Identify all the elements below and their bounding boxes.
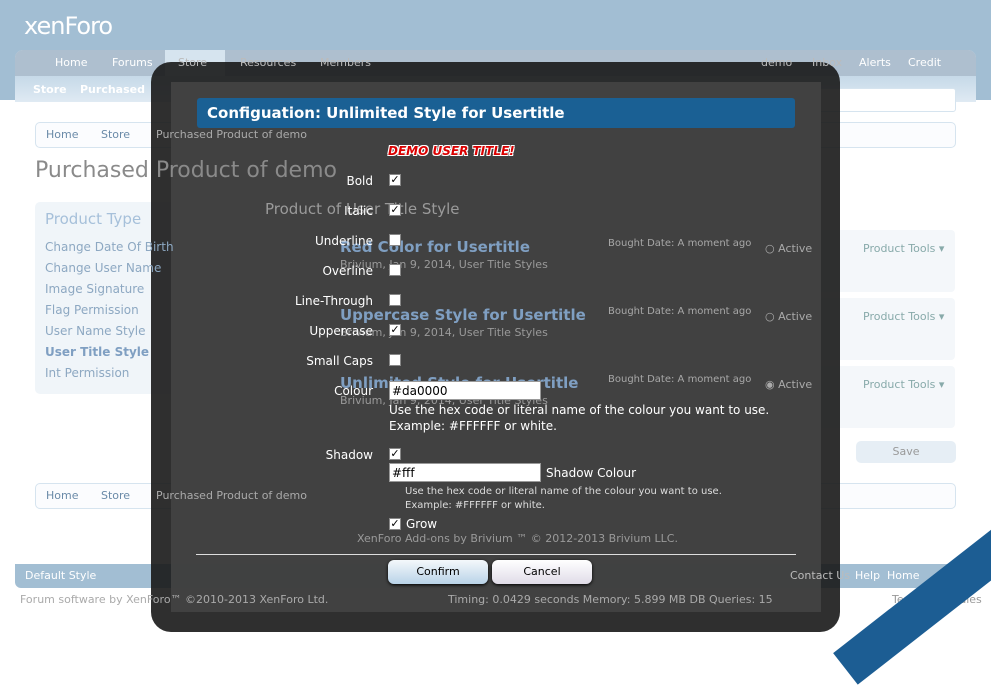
addon-credit: XenForo Add-ons by Brivium ™ © 2012-2013… [357, 532, 678, 545]
product-tools-menu[interactable]: Product Tools ▾ [863, 378, 944, 391]
grow-label: Grow [406, 517, 438, 531]
sidebar-item[interactable]: User Name Style [45, 324, 146, 338]
option-checkbox[interactable] [389, 354, 401, 366]
shadow-checkbox[interactable]: ✓ [389, 448, 401, 460]
tab-store[interactable]: Store [178, 56, 207, 69]
grow-checkbox[interactable]: ✓ [389, 518, 401, 530]
sidebar-item[interactable]: Flag Permission [45, 303, 139, 317]
product-tools-menu[interactable]: Product Tools ▾ [863, 242, 944, 255]
crumb-store[interactable]: Store [101, 489, 130, 502]
confirm-button[interactable]: Confirm [388, 560, 488, 584]
tab-resources[interactable]: Resources [240, 56, 296, 69]
crumb-home[interactable]: Home [46, 128, 78, 141]
sidebar-item[interactable]: Change User Name [45, 261, 161, 275]
product-title[interactable]: Red Color for Usertitle [340, 238, 530, 256]
nav-inbox[interactable]: Inbox [812, 56, 842, 69]
page-title: Purchased Product of demo [35, 158, 337, 183]
crumb-current[interactable]: Purchased Product of demo [156, 128, 307, 141]
timing-info: Timing: 0.0429 seconds Memory: 5.899 MB … [448, 593, 773, 606]
product-date: Bought Date: A moment ago [608, 238, 752, 249]
style-preview: Demo User Title! [388, 144, 515, 158]
sidebar-item-active[interactable]: User Title Style [45, 345, 149, 359]
nav-user[interactable]: demo [761, 56, 792, 69]
subnav-purchased[interactable]: Purchased [80, 83, 145, 96]
colour-help-example: Example: #FFFFFF or white. [389, 419, 557, 433]
crumb-current[interactable]: Purchased Product of demo [156, 489, 307, 502]
product-tools-menu[interactable]: Product Tools ▾ [863, 310, 944, 323]
product-title[interactable]: Uppercase Style for Usertitle [340, 306, 586, 324]
sidebar-item[interactable]: Image Signature [45, 282, 144, 296]
active-radio[interactable]: ○ Active [765, 242, 812, 255]
shadow-help: Use the hex code or literal name of the … [405, 486, 722, 497]
shadow-colour-label: Shadow Colour [546, 466, 637, 480]
save-button[interactable]: Save [856, 441, 956, 463]
watermark-logo [833, 505, 991, 685]
footer-contact[interactable]: Contact Us [790, 569, 850, 582]
tab-forums[interactable]: Forums [112, 56, 153, 69]
option-checkbox[interactable]: ✓ [389, 174, 401, 186]
shadow-colour-input[interactable] [389, 463, 541, 482]
nav-alerts[interactable]: Alerts [859, 56, 891, 69]
subnav-store[interactable]: Store [33, 83, 67, 96]
product-meta: Brivium, Jan 9, 2014, User Title Styles [340, 326, 548, 339]
colour-input[interactable] [389, 381, 541, 400]
sidebar-item[interactable]: Int Permission [45, 366, 129, 380]
product-date: Bought Date: A moment ago [608, 374, 752, 385]
copyright: Forum software by XenForo™ ©2010-2013 Xe… [20, 593, 329, 606]
nav-credit[interactable]: Credit [908, 56, 941, 69]
divider [196, 554, 796, 555]
product-meta: Brivium, Jan 9, 2014, User Title Styles [340, 258, 548, 271]
option-checkbox[interactable] [389, 294, 401, 306]
active-radio[interactable]: ◉ Active [765, 378, 812, 391]
crumb-home[interactable]: Home [46, 489, 78, 502]
colour-help: Use the hex code or literal name of the … [389, 403, 770, 417]
option-checkbox[interactable] [389, 234, 401, 246]
option-checkbox[interactable]: ✓ [389, 324, 401, 336]
option-checkbox[interactable] [389, 264, 401, 276]
modal-title: Configuation: Unlimited Style for Userti… [197, 98, 795, 128]
option-checkbox[interactable]: ✓ [389, 204, 401, 216]
cancel-button[interactable]: Cancel [492, 560, 592, 584]
crumb-store[interactable]: Store [101, 128, 130, 141]
shadow-help-example: Example: #FFFFFF or white. [405, 500, 545, 511]
tab-members[interactable]: Members [320, 56, 371, 69]
logo[interactable]: xenForo [24, 12, 113, 40]
sidebar-item[interactable]: Change Date Of Birth [45, 240, 174, 254]
footer-help[interactable]: Help [855, 569, 880, 582]
tab-home[interactable]: Home [55, 56, 87, 69]
active-radio[interactable]: ○ Active [765, 310, 812, 323]
sidebar-heading: Product Type [45, 210, 142, 228]
footer-home[interactable]: Home [887, 569, 919, 582]
section-title: Product of User Title Style [265, 200, 460, 218]
product-date: Bought Date: A moment ago [608, 306, 752, 317]
style-chooser[interactable]: Default Style [25, 569, 96, 582]
